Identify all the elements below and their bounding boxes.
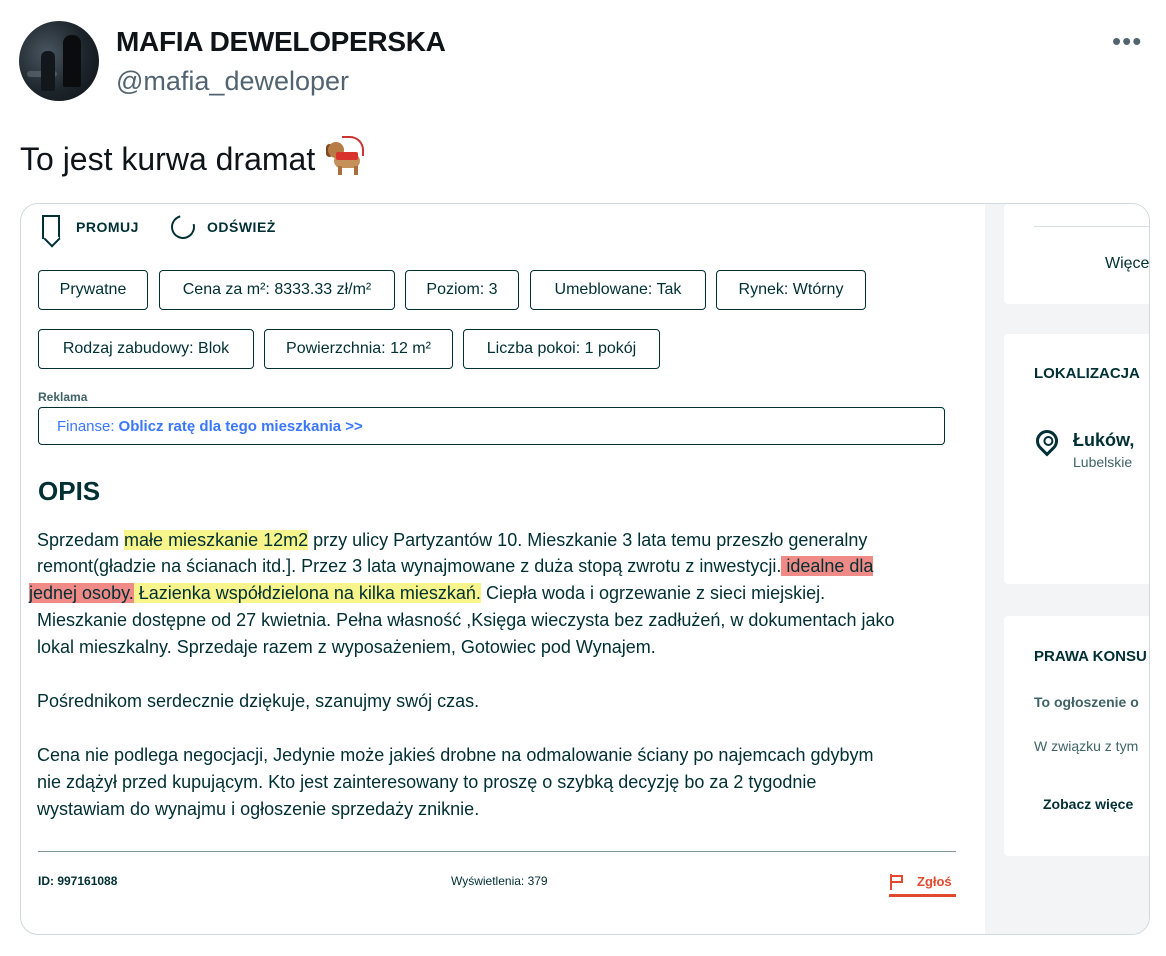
service-dog-icon — [324, 136, 368, 176]
avatar[interactable] — [19, 21, 99, 101]
tweet-text-content: To jest kurwa dramat — [20, 141, 316, 177]
more-link[interactable]: Więce — [1105, 255, 1149, 273]
consumer-rights-bold: To ogłoszenie o — [1034, 694, 1139, 710]
description-line: nie zdążył przed kupującym. Kto jest zai… — [37, 772, 817, 792]
divider — [38, 851, 956, 852]
ad-label: Reklama — [38, 390, 88, 404]
view-count: Wyświetlenia: 379 — [451, 874, 548, 888]
tag-private: Prywatne — [38, 270, 148, 310]
tag-building-type: Rodzaj zabudowy: Blok — [38, 329, 254, 369]
refresh-button[interactable]: ODŚWIEŻ — [166, 210, 276, 244]
highlight-one-person-cont: jednej osoby. — [29, 583, 134, 603]
tag-furnished: Umeblowane: Tak — [530, 270, 706, 310]
tag-area: Powierzchnia: 12 m² — [264, 329, 453, 369]
highlight-small-apartment: małe mieszkanie 12m2 — [124, 530, 309, 550]
refresh-icon — [166, 210, 200, 244]
description-line: wystawiam do wynajmu i ogłoszenie sprzed… — [37, 799, 480, 819]
tag-rooms: Liczba pokoi: 1 pokój — [463, 329, 660, 369]
tweet-text: To jest kurwa dramat — [20, 136, 368, 178]
finance-calculator-link[interactable]: Finanse: Oblicz ratę dla tego mieszkania… — [38, 407, 945, 445]
more-options-icon[interactable]: ••• — [1112, 26, 1142, 57]
consumer-rights-title: PRAWA KONSU — [1034, 648, 1147, 665]
consumer-rights-text: W związku z tym — [1034, 738, 1139, 754]
description-line: remont(gładzie na ścianach itd.]. Przez … — [37, 556, 874, 576]
description-title: OPIS — [38, 476, 101, 506]
tag-price-per-m2: Cena za m²: 8333.33 zł/m² — [159, 270, 395, 310]
user-handle[interactable]: @mafia_deweloper — [116, 66, 349, 97]
flag-icon[interactable] — [890, 874, 904, 890]
tag-market: Rynek: Wtórny — [716, 270, 866, 310]
embedded-image[interactable]: Więce LOKALIZACJA Łuków, Lubelskie PRAWA… — [20, 203, 1150, 935]
description-line: Sprzedam małe mieszkanie 12m2 przy ulicy… — [37, 530, 868, 550]
location-title: LOKALIZACJA — [1034, 365, 1140, 382]
description-line: jednej osoby. Łazienka współdzielona na … — [29, 583, 826, 603]
see-more-link[interactable]: Zobacz więce — [1043, 796, 1133, 812]
listing-id: ID: 997161088 — [38, 874, 118, 888]
description-line: Pośrednikom serdecznie dziękuje, szanujm… — [37, 691, 480, 711]
highlight-one-person: idealne dla — [781, 556, 874, 576]
promote-button[interactable]: PROMUJ — [42, 215, 139, 239]
highlight-shared-bathroom: Łazienka współdzielona na kilka mieszkań… — [133, 583, 481, 603]
location-city: Łuków, — [1073, 430, 1135, 450]
bookmark-icon — [42, 215, 60, 239]
description-line: lokal mieszkalny. Sprzedaje razem z wypo… — [37, 637, 656, 657]
tag-floor: Poziom: 3 — [405, 270, 519, 310]
location-region: Lubelskie — [1073, 454, 1133, 470]
description-line: Cena nie podlega negocjacji, Jedynie moż… — [37, 745, 874, 765]
description-line: Mieszkanie dostępne od 27 kwietnia. Pełn… — [37, 610, 895, 630]
report-button[interactable]: Zgłoś — [917, 874, 952, 889]
display-name[interactable]: MAFIA DEWELOPERSKA — [116, 26, 446, 58]
